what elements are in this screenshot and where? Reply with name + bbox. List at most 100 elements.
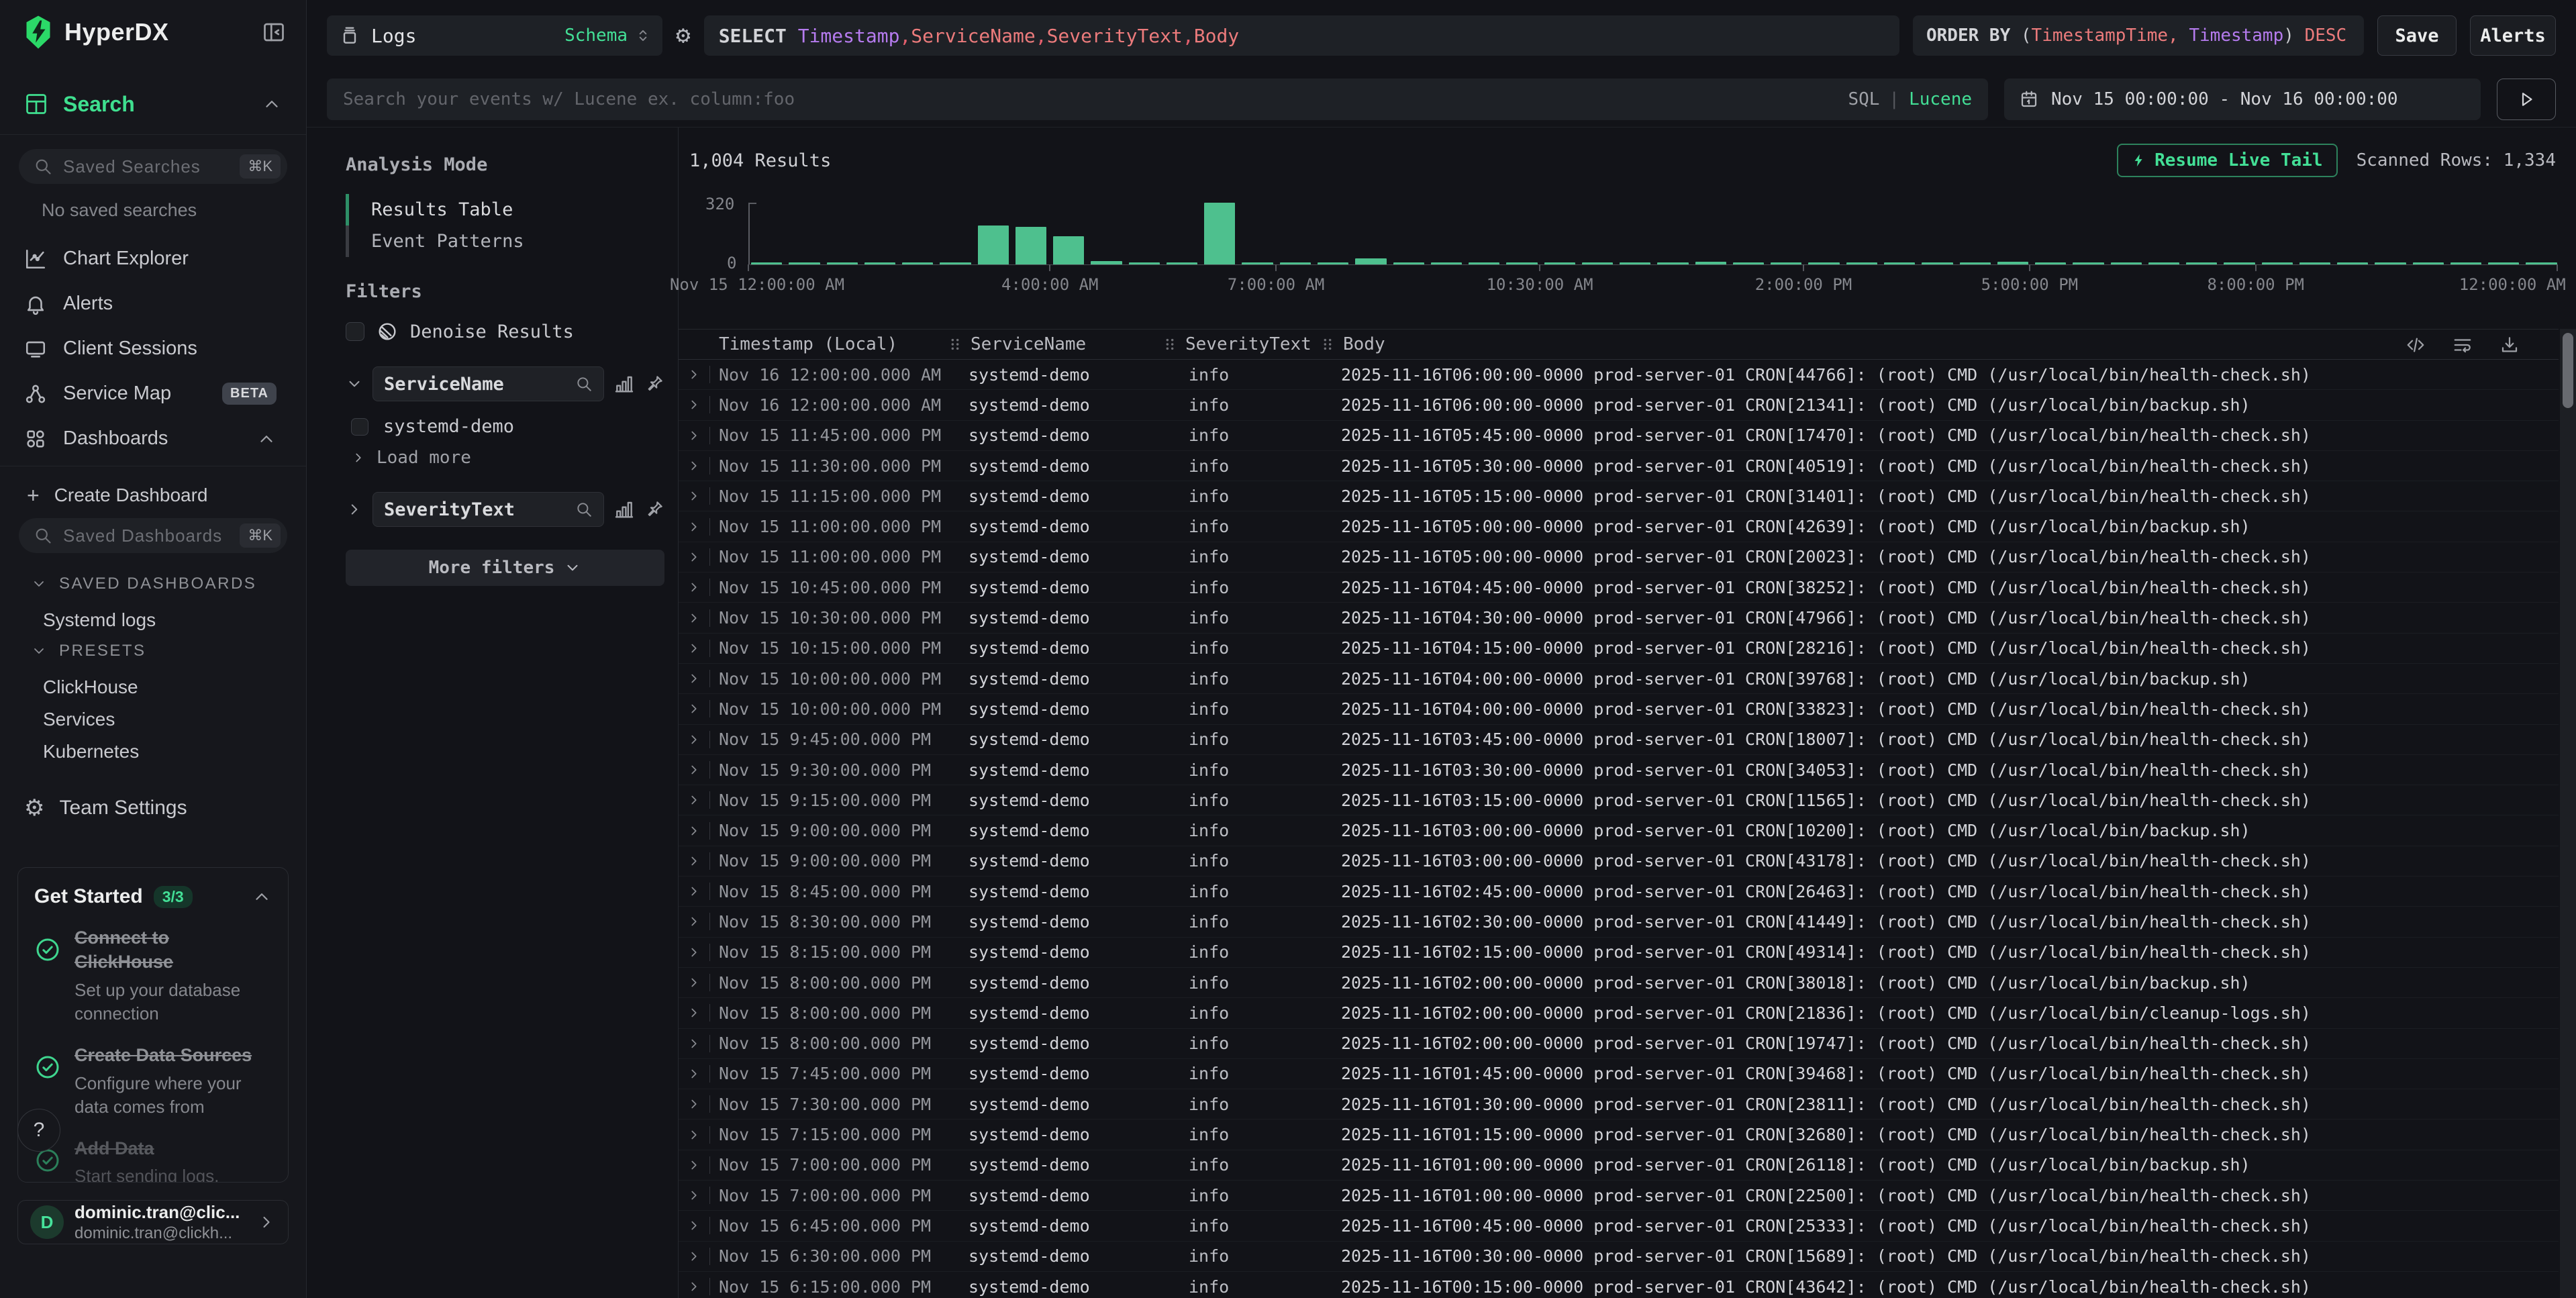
column-header-timestamp[interactable]: Timestamp (Local) [709,334,938,354]
sidebar-item-search[interactable]: Search [24,87,282,121]
chevron-down-icon[interactable] [346,375,363,393]
table-row[interactable]: Nov 15 7:15:00.000 PM systemd-demo info … [679,1119,2559,1150]
sidebar-item-dashboards[interactable]: Dashboards [0,416,306,461]
table-row[interactable]: Nov 15 6:45:00.000 PM systemd-demo info … [679,1211,2559,1241]
row-expand-icon[interactable] [687,1188,701,1203]
table-row[interactable]: Nov 15 8:00:00.000 PM systemd-demo info … [679,998,2559,1028]
column-header-servicename[interactable]: ServiceName [938,334,1153,354]
table-row[interactable]: Nov 15 9:00:00.000 PM systemd-demo info … [679,846,2559,877]
resume-live-tail-button[interactable]: Resume Live Tail [2117,144,2337,177]
saved-dashboards-input[interactable]: Saved Dashboards ⌘K [19,518,287,553]
sidebar-item-systemd-logs[interactable]: Systemd logs [43,605,156,635]
chevron-up-icon[interactable] [262,94,282,114]
alerts-button[interactable]: Alerts [2470,15,2556,56]
chevron-up-icon[interactable] [256,429,277,449]
sidebar-item-service-map[interactable]: Service Map BETA [0,371,306,416]
column-header-body[interactable]: Body [1311,334,2559,354]
histogram-bar[interactable] [1355,258,1386,264]
row-expand-icon[interactable] [687,580,701,595]
row-expand-icon[interactable] [687,550,701,564]
code-view-icon[interactable] [2406,335,2426,355]
histogram-bar[interactable] [1015,227,1046,264]
run-query-button[interactable] [2497,79,2556,120]
row-expand-icon[interactable] [687,1158,701,1172]
row-expand-icon[interactable] [687,732,701,747]
table-row[interactable]: Nov 16 12:00:00.000 AM systemd-demo info… [679,390,2559,420]
save-button[interactable]: Save [2377,15,2457,56]
table-row[interactable]: Nov 15 10:00:00.000 PM systemd-demo info… [679,664,2559,694]
column-header-severitytext[interactable]: SeverityText [1153,334,1311,354]
sidebar-item-team-settings[interactable]: ⚙ Team Settings [24,791,187,826]
severitytext-filter-search[interactable]: SeverityText [373,492,604,527]
table-row[interactable]: Nov 15 9:00:00.000 PM systemd-demo info … [679,815,2559,846]
table-row[interactable]: Nov 15 11:45:00.000 PM systemd-demo info… [679,421,2559,451]
row-expand-icon[interactable] [687,762,701,777]
presets-section-header[interactable]: PRESETS [31,642,146,660]
histogram-bar[interactable] [978,226,1009,264]
table-row[interactable]: Nov 15 6:30:00.000 PM systemd-demo info … [679,1242,2559,1272]
row-expand-icon[interactable] [687,1279,701,1294]
more-filters-button[interactable]: More filters [346,550,664,586]
row-expand-icon[interactable] [687,823,701,838]
sidebar-item-chart-explorer[interactable]: Chart Explorer [0,236,306,281]
user-menu[interactable]: D dominic.tran@clic... dominic.tran@clic… [17,1200,289,1244]
bar-chart-icon[interactable] [613,499,635,520]
table-row[interactable]: Nov 15 8:00:00.000 PM systemd-demo info … [679,1029,2559,1059]
table-row[interactable]: Nov 15 7:00:00.000 PM systemd-demo info … [679,1150,2559,1181]
chevron-right-icon[interactable] [346,501,363,518]
saved-searches-input[interactable]: Saved Searches ⌘K [19,149,287,184]
table-row[interactable]: Nov 15 7:45:00.000 PM systemd-demo info … [679,1059,2559,1089]
tab-results-table[interactable]: Results Table [346,194,664,226]
systemd-demo-checkbox[interactable] [351,418,368,436]
table-row[interactable]: Nov 15 8:30:00.000 PM systemd-demo info … [679,907,2559,937]
row-expand-icon[interactable] [687,671,701,686]
table-row[interactable]: Nov 16 12:00:00.000 AM systemd-demo info… [679,360,2559,390]
histogram-bar[interactable] [1204,203,1235,264]
row-expand-icon[interactable] [687,701,701,716]
sidebar-item-services[interactable]: Services [43,705,115,734]
get-started-item[interactable]: Connect to ClickHouse Set up your databa… [34,926,272,1026]
collapse-sidebar-icon[interactable] [262,20,286,44]
table-row[interactable]: Nov 15 9:15:00.000 PM systemd-demo info … [679,785,2559,815]
row-expand-icon[interactable] [687,975,701,990]
wrap-lines-icon[interactable] [2453,335,2473,355]
event-search-box[interactable]: SQL | Lucene [327,79,1988,120]
row-expand-icon[interactable] [687,611,701,626]
row-expand-icon[interactable] [687,489,701,503]
row-expand-icon[interactable] [687,1005,701,1020]
row-expand-icon[interactable] [687,641,701,656]
row-expand-icon[interactable] [687,1066,701,1081]
order-by-input[interactable]: ORDER BY (TimestampTime, Timestamp) DESC [1913,15,2364,56]
pin-icon[interactable] [644,374,664,394]
table-row[interactable]: Nov 15 10:45:00.000 PM systemd-demo info… [679,572,2559,603]
create-dashboard-button[interactable]: + Create Dashboard [27,479,208,511]
filter-value-label[interactable]: systemd-demo [383,416,514,437]
histogram-bar[interactable] [1053,236,1084,264]
servicename-filter-search[interactable]: ServiceName [373,366,604,401]
row-expand-icon[interactable] [687,914,701,929]
row-expand-icon[interactable] [687,793,701,807]
sidebar-item-client-sessions[interactable]: Client Sessions [0,326,306,371]
table-row[interactable]: Nov 15 8:00:00.000 PM systemd-demo info … [679,968,2559,998]
row-expand-icon[interactable] [687,428,701,443]
date-range-picker[interactable]: Nov 15 00:00:00 - Nov 16 00:00:00 [2004,79,2481,120]
chevron-up-icon[interactable] [252,887,272,907]
source-settings-gear-icon[interactable]: ⚙ [676,23,691,48]
drag-handle-icon[interactable] [1162,336,1177,353]
row-expand-icon[interactable] [687,854,701,868]
download-icon[interactable] [2499,335,2520,355]
table-row[interactable]: Nov 15 10:00:00.000 PM systemd-demo info… [679,694,2559,724]
scrollbar-thumb[interactable] [2563,333,2573,408]
row-expand-icon[interactable] [687,1249,701,1264]
row-expand-icon[interactable] [687,884,701,899]
tab-event-patterns[interactable]: Event Patterns [346,226,664,257]
table-row[interactable]: Nov 15 9:45:00.000 PM systemd-demo info … [679,725,2559,755]
search-input[interactable] [343,89,1848,109]
select-clause-input[interactable]: SELECT Timestamp,ServiceName,SeverityTex… [704,15,1899,56]
table-row[interactable]: Nov 15 10:15:00.000 PM systemd-demo info… [679,634,2559,664]
row-expand-icon[interactable] [687,1097,701,1111]
row-expand-icon[interactable] [687,945,701,960]
get-started-item[interactable]: Add Data Start sending logs, metrics, or… [34,1136,272,1183]
bar-chart-icon[interactable] [613,373,635,395]
load-more-button[interactable]: Load more [351,448,664,468]
